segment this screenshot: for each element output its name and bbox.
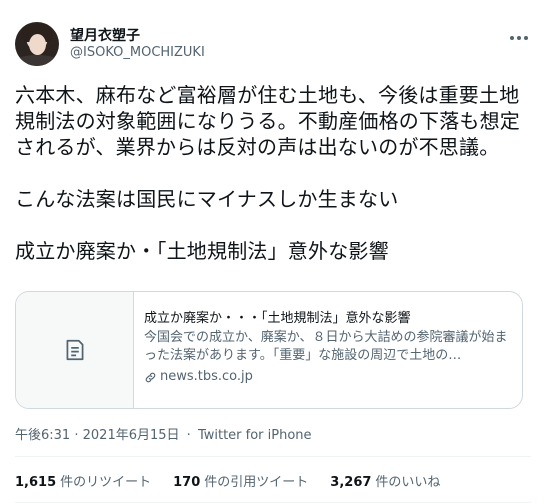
tweet-source[interactable]: Twitter for iPhone — [198, 428, 312, 443]
card-body: 成立か廃案か・・・「土地規制法」意外な影響 今国会での成立か、廃案か、８日から大… — [144, 310, 512, 386]
quotes-count: 170 — [173, 475, 201, 490]
avatar-shoulders — [15, 55, 59, 66]
tweet-date[interactable]: 2021年6月15日 — [83, 428, 180, 443]
retweets-label: 件のリツイート — [60, 475, 152, 490]
document-icon — [66, 339, 83, 361]
likes-label: 件のいいね — [375, 475, 441, 490]
divider — [15, 456, 531, 457]
user-handle[interactable]: @ISOKO_MOCHIZUKI — [70, 45, 205, 60]
link-icon — [145, 372, 156, 382]
retweets-stat[interactable]: 1,615 件のリツイート — [15, 471, 151, 490]
more-options-icon[interactable] — [505, 28, 533, 48]
timestamp-row: 午後6:31 · 2021年6月15日 · Twitter for iPhone — [15, 424, 312, 443]
display-name[interactable]: 望月衣塑子 — [70, 25, 140, 45]
likes-count: 3,267 — [330, 475, 372, 490]
avatar-face — [29, 34, 46, 55]
card-title: 成立か廃案か・・・「土地規制法」意外な影響 — [144, 311, 411, 326]
quotes-label: 件の引用ツイート — [204, 475, 309, 490]
card-thumbnail — [16, 292, 134, 408]
avatar[interactable] — [15, 22, 59, 66]
tweet-time[interactable]: 午後6:31 — [15, 428, 70, 443]
tweet-stats: 1,615 件のリツイート 170 件の引用ツイート 3,267 件のいいね — [15, 471, 440, 490]
card-description: 今国会での成立か、廃案か、８日から大詰めの参院審議が始まった法案があります。「重… — [144, 330, 508, 363]
card-domain-text: news.tbs.co.jp — [160, 369, 253, 384]
tweet-meta-separator: · — [186, 428, 191, 443]
card-domain: news.tbs.co.jp — [144, 368, 512, 386]
tweet-date-sep: · — [74, 428, 79, 443]
quotes-stat[interactable]: 170 件の引用ツイート — [173, 471, 308, 490]
likes-stat[interactable]: 3,267 件のいいね — [330, 471, 440, 490]
retweets-count: 1,615 — [15, 475, 57, 490]
tweet-text: 六本木、麻布など富裕層が住む土地も、今後は重要土地規制法の対象範囲になりうる。不… — [15, 83, 520, 263]
tweet: 望月衣塑子 @ISOKO_MOCHIZUKI 六本木、麻布など富裕層が住む土地も… — [0, 0, 546, 503]
link-card[interactable]: 成立か廃案か・・・「土地規制法」意外な影響 今国会での成立か、廃案か、８日から大… — [15, 291, 523, 409]
